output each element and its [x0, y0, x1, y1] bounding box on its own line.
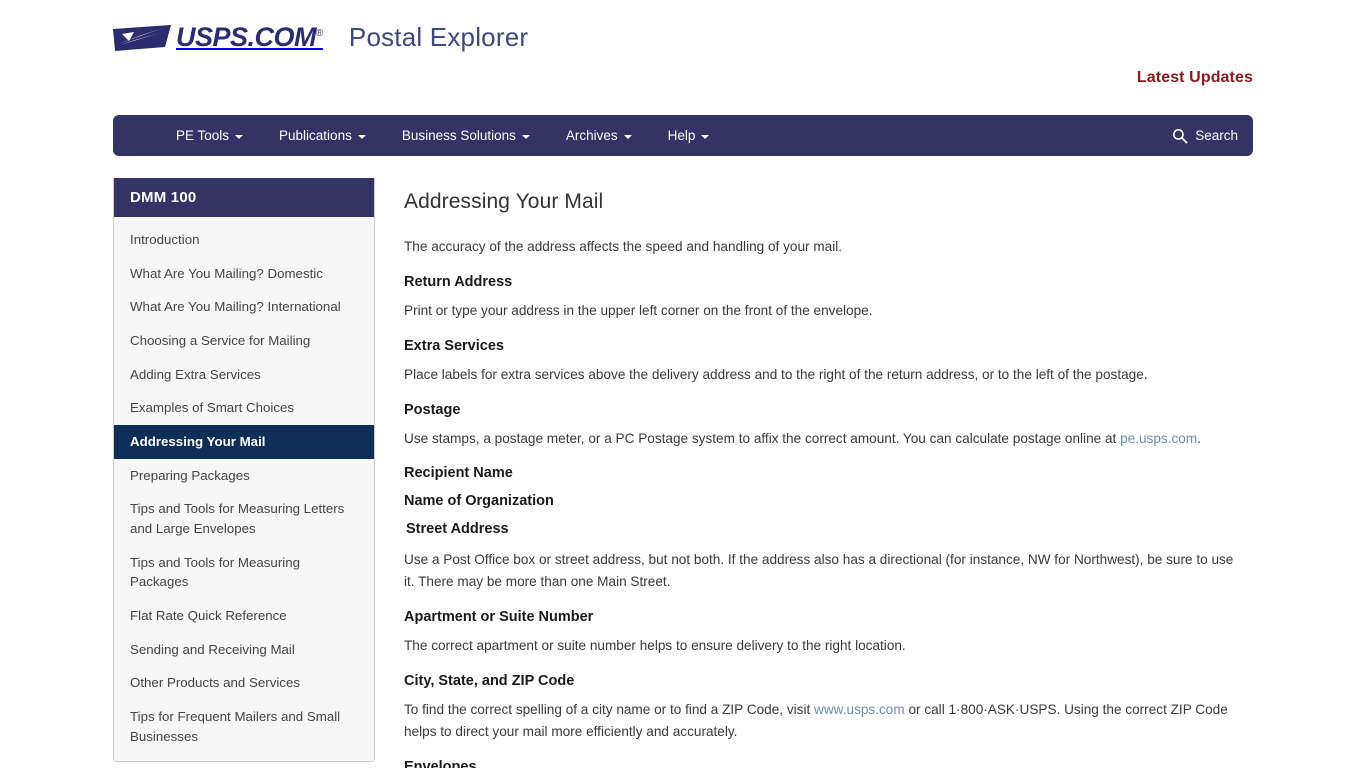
main-navigation-bar: PE Tools Publications Business Solutions… [113, 115, 1253, 156]
paragraph-extra-services: Place labels for extra services above th… [404, 367, 1148, 383]
postage-text-after: . [1197, 431, 1201, 447]
postage-text-before: Use stamps, a postage meter, or a PC Pos… [404, 431, 1121, 447]
heading-return-address: Return Address [404, 274, 513, 291]
page-title: Addressing Your Mail [404, 190, 604, 213]
intro-paragraph: The accuracy of the address affects the … [404, 239, 843, 254]
paragraph-street-address: Use a Post Office box or street address,… [404, 552, 1234, 590]
usps-logo-link[interactable]: USPS.COM® [113, 24, 323, 51]
heading-recipient-name: Recipient Name [404, 465, 513, 482]
chevron-down-icon [521, 134, 530, 139]
sidebar-list: Introduction What Are You Mailing? Domes… [114, 217, 374, 761]
city-zip-text-before: To find the correct spelling of a city n… [404, 702, 815, 718]
main-content: Addressing Your Mail The accuracy of the… [404, 190, 1244, 768]
sidebar-item-what-are-you-mailing-domestic[interactable]: What Are You Mailing? Domestic [114, 257, 374, 291]
sidebar-item-what-are-you-mailing-international[interactable]: What Are You Mailing? International [114, 290, 374, 324]
nav-item-help[interactable]: Help [650, 128, 728, 143]
usps-eagle-icon [113, 24, 171, 51]
sidebar-item-other-products-and-services[interactable]: Other Products and Services [114, 666, 374, 700]
sidebar-item-adding-extra-services[interactable]: Adding Extra Services [114, 358, 374, 392]
sidebar-item-tips-and-tools-packages[interactable]: Tips and Tools for Measuring Packages [114, 546, 374, 599]
registered-mark: ® [316, 28, 323, 39]
paragraph-postage: Use stamps, a postage meter, or a PC Pos… [404, 428, 1244, 450]
sidebar-item-preparing-packages[interactable]: Preparing Packages [114, 459, 374, 493]
heading-extra-services: Extra Services [404, 338, 504, 355]
chevron-down-icon [701, 134, 710, 139]
nav-item-archives[interactable]: Archives [548, 128, 650, 143]
usps-wordmark: USPS.COM® [176, 22, 323, 52]
sidebar: DMM 100 Introduction What Are You Mailin… [113, 178, 375, 763]
site-title: Postal Explorer [348, 22, 529, 52]
nav-item-label: Archives [565, 128, 618, 143]
sidebar-item-sending-and-receiving-mail[interactable]: Sending and Receiving Mail [114, 633, 374, 667]
postal-explorer-page: USPS.COM® Postal Explorer Latest Updates… [0, 0, 1366, 768]
latest-updates-link[interactable]: Latest Updates [1137, 69, 1253, 87]
masthead: USPS.COM® Postal Explorer [113, 22, 528, 53]
heading-postage: Postage [404, 402, 461, 419]
chevron-down-icon [357, 134, 366, 139]
nav-item-label: PE Tools [176, 128, 230, 143]
sidebar-title: DMM 100 [114, 178, 374, 217]
sidebar-item-addressing-your-mail[interactable]: Addressing Your Mail [114, 425, 374, 459]
heading-city-state-zip-code: City, State, and ZIP Code [404, 673, 575, 690]
heading-name-of-organization: Name of Organization [404, 493, 554, 510]
chevron-down-icon [235, 134, 244, 139]
nav-item-business-solutions[interactable]: Business Solutions [384, 128, 548, 143]
sidebar-item-tips-and-tools-letters-large-envelopes[interactable]: Tips and Tools for Measuring Letters and… [114, 492, 374, 545]
chevron-down-icon [623, 134, 632, 139]
search-label: Search [1195, 128, 1238, 143]
www-usps-com-link[interactable]: www.usps.com [814, 702, 905, 717]
nav-item-label: Publications [279, 128, 352, 143]
heading-envelopes: Envelopes [404, 759, 477, 768]
sidebar-item-choosing-a-service-for-mailing[interactable]: Choosing a Service for Mailing [114, 324, 374, 358]
paragraph-apartment-or-suite-number: The correct apartment or suite number he… [404, 638, 906, 654]
heading-apartment-or-suite-number: Apartment or Suite Number [404, 609, 594, 626]
heading-street-address: Street Address [406, 521, 509, 538]
sidebar-item-introduction[interactable]: Introduction [114, 223, 374, 257]
nav-item-label: Help [667, 128, 696, 143]
pe-usps-com-link[interactable]: pe.usps.com [1120, 431, 1197, 446]
search-icon [1173, 128, 1188, 144]
nav-items: PE Tools Publications Business Solutions… [158, 128, 727, 143]
search-button[interactable]: Search [1172, 128, 1238, 144]
sidebar-item-flat-rate-quick-reference[interactable]: Flat Rate Quick Reference [114, 599, 374, 633]
paragraph-return-address: Print or type your address in the upper … [404, 303, 873, 319]
paragraph-city-state-zip-code: To find the correct spelling of a city n… [404, 699, 1244, 743]
sidebar-item-tips-frequent-mailers-small-businesses[interactable]: Tips for Frequent Mailers and Small Busi… [114, 700, 374, 753]
nav-item-pe-tools[interactable]: PE Tools [158, 128, 261, 143]
sidebar-item-examples-of-smart-choices[interactable]: Examples of Smart Choices [114, 391, 374, 425]
nav-item-publications[interactable]: Publications [261, 128, 384, 143]
nav-item-label: Business Solutions [401, 128, 516, 143]
